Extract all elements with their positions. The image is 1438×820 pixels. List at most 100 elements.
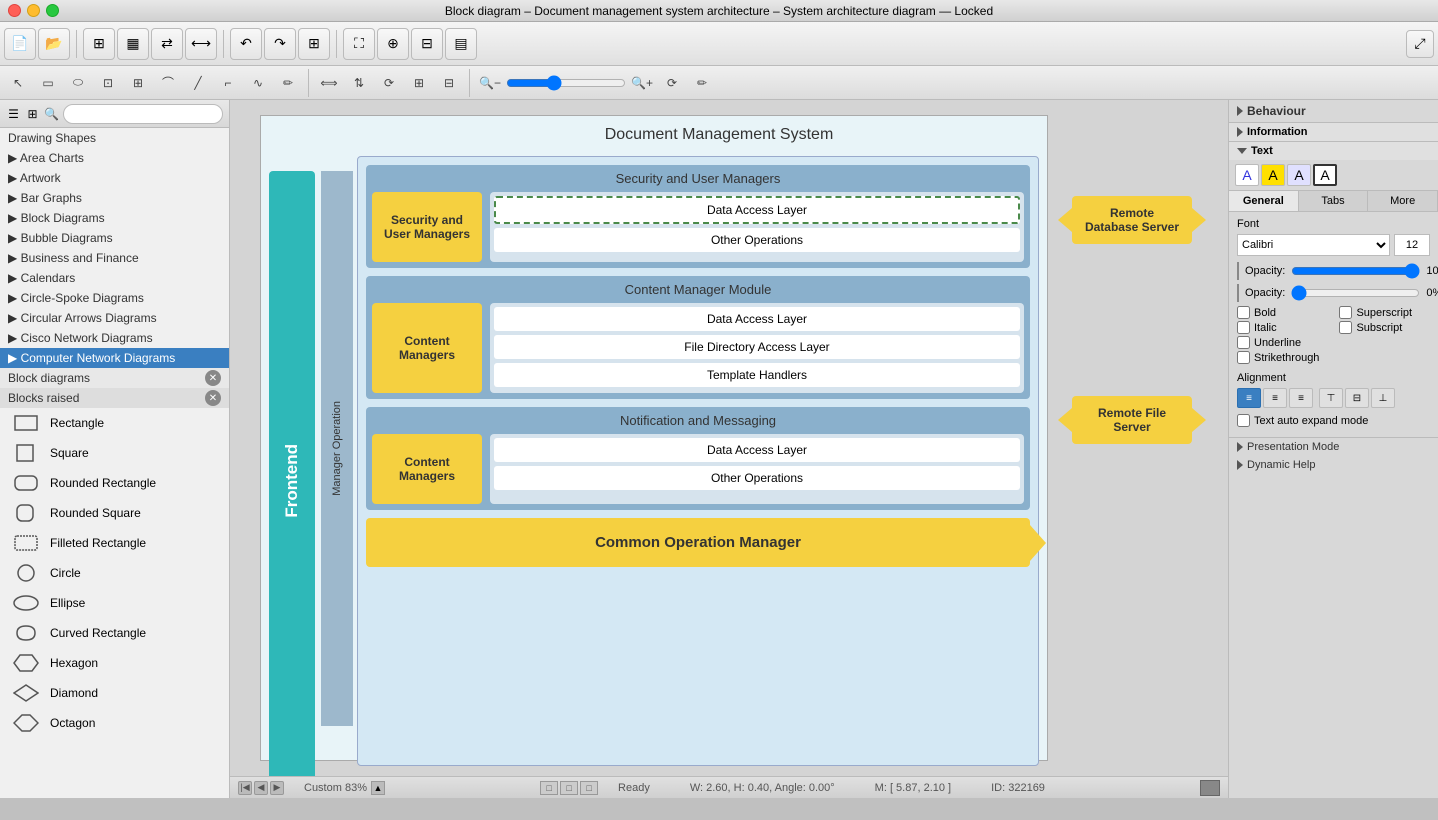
resize-button[interactable]: ⤢ [1406, 30, 1434, 58]
superscript-check[interactable] [1339, 306, 1352, 319]
insert-button[interactable]: ⊕ [377, 28, 409, 60]
rectangle-shape[interactable]: Rectangle [0, 408, 229, 438]
zoom-in-btn[interactable]: 🔍+ [628, 70, 656, 96]
ellipse-tool[interactable]: ⬭ [64, 70, 92, 96]
text-section-header[interactable]: Text [1229, 142, 1438, 160]
connect-button[interactable]: ⟷ [185, 28, 217, 60]
blocks-raised-sub[interactable]: Blocks raised ✕ [0, 388, 229, 408]
business-finance-item[interactable]: ▶ Business and Finance [0, 248, 229, 268]
zoom-out-btn[interactable]: 🔍− [476, 70, 504, 96]
maximize-button[interactable] [46, 4, 59, 17]
tab-more[interactable]: More [1368, 191, 1438, 211]
calendars-item[interactable]: ▶ Calendars [0, 268, 229, 288]
resize-horz-tool[interactable]: ⟺ [315, 70, 343, 96]
grid-button[interactable]: ⊞ [83, 28, 115, 60]
panel-search-btn[interactable]: 🔍 [44, 103, 59, 125]
file-directory-layer[interactable]: File Directory Access Layer [494, 335, 1020, 359]
highlight-btn[interactable]: A [1261, 164, 1285, 186]
arc-tool[interactable]: ⌒ [154, 70, 182, 96]
diamond-shape[interactable]: Diamond [0, 678, 229, 708]
information-header[interactable]: Information [1229, 123, 1438, 141]
text-color-btn[interactable]: A [1235, 164, 1259, 186]
bubble-diagrams-item[interactable]: ▶ Bubble Diagrams [0, 228, 229, 248]
artwork-item[interactable]: ▶ Artwork [0, 168, 229, 188]
page-prev-btn[interactable]: ◀ [254, 781, 268, 795]
panel-grid-btn[interactable]: ⊞ [25, 103, 40, 125]
info-expand-icon[interactable] [1237, 127, 1243, 137]
rotate-tool[interactable]: ⟳ [375, 70, 403, 96]
text-auto-expand-check[interactable] [1237, 414, 1250, 427]
zoom-fit-button[interactable]: ⛶ [343, 28, 375, 60]
bar-graphs-item[interactable]: ▶ Bar Graphs [0, 188, 229, 208]
redo-button[interactable]: ↷ [264, 28, 296, 60]
copy-button[interactable]: ⊞ [298, 28, 330, 60]
open-button[interactable]: 📂 [38, 28, 70, 60]
valign-bot-btn[interactable]: ⊥ [1371, 388, 1395, 408]
italic-check[interactable] [1237, 321, 1250, 334]
fill-color-swatch[interactable] [1237, 262, 1239, 280]
container-tool[interactable]: ⊡ [94, 70, 122, 96]
curved-rect-shape[interactable]: Curved Rectangle [0, 618, 229, 648]
text-outline-btn[interactable]: A [1313, 164, 1337, 186]
search-input[interactable] [63, 104, 223, 124]
block-diagrams-close[interactable]: ✕ [205, 370, 221, 386]
font-family-select[interactable]: Calibri [1237, 234, 1390, 256]
tab-general[interactable]: General [1229, 191, 1299, 211]
align-right-btn[interactable]: ≡ [1289, 388, 1313, 408]
poly-tool[interactable]: ⌐ [214, 70, 242, 96]
square-shape[interactable]: Square [0, 438, 229, 468]
zoom-slider[interactable] [506, 70, 626, 96]
format-button[interactable]: ▤ [445, 28, 477, 60]
valign-top-btn[interactable]: ⊤ [1319, 388, 1343, 408]
strikethrough-check[interactable] [1237, 351, 1250, 364]
data-access-layer-1[interactable]: Data Access Layer [494, 196, 1020, 224]
line-tool[interactable]: ╱ [184, 70, 212, 96]
valign-mid-btn[interactable]: ⊟ [1345, 388, 1369, 408]
area-charts-item[interactable]: ▶ Area Charts [0, 148, 229, 168]
data-access-layer-2[interactable]: Data Access Layer [494, 307, 1020, 331]
zoom-range[interactable] [506, 79, 626, 87]
select-tool[interactable]: ↖ [4, 70, 32, 96]
filleted-rect-shape[interactable]: Filleted Rectangle [0, 528, 229, 558]
diagram-container[interactable]: Document Management System Frontend Mana… [260, 115, 1048, 761]
hexagon-shape[interactable]: Hexagon [0, 648, 229, 678]
block-diagrams-sub[interactable]: Block diagrams ✕ [0, 368, 229, 388]
circle-spoke-item[interactable]: ▶ Circle-Spoke Diagrams [0, 288, 229, 308]
rounded-rect-shape[interactable]: Rounded Rectangle [0, 468, 229, 498]
panel-menu-btn[interactable]: ☰ [6, 103, 21, 125]
presentation-mode-link[interactable]: Presentation Mode [1229, 438, 1438, 456]
dynamic-help-link[interactable]: Dynamic Help [1229, 456, 1438, 474]
close-button[interactable] [8, 4, 21, 17]
freehand-tool[interactable]: ✏ [274, 70, 302, 96]
other-ops-2[interactable]: Other Operations [494, 466, 1020, 490]
layout-button[interactable]: ▦ [117, 28, 149, 60]
connect-tool[interactable]: ⊞ [124, 70, 152, 96]
template-handlers[interactable]: Template Handlers [494, 363, 1020, 387]
page-next-btn[interactable]: ▶ [270, 781, 284, 795]
align-tool[interactable]: ⊞ [405, 70, 433, 96]
octagon-shape[interactable]: Octagon [0, 708, 229, 738]
minimize-button[interactable] [27, 4, 40, 17]
new-button[interactable]: 📄 [4, 28, 36, 60]
text-collapse-icon[interactable] [1237, 148, 1247, 154]
other-ops-1[interactable]: Other Operations [494, 228, 1020, 252]
dist-tool[interactable]: ⊟ [435, 70, 463, 96]
line-opacity-slider[interactable] [1291, 288, 1420, 298]
page-btn-3[interactable]: □ [580, 781, 598, 795]
subscript-check[interactable] [1339, 321, 1352, 334]
align-left-btn[interactable]: ≡ [1237, 388, 1261, 408]
behaviour-expand-icon[interactable] [1237, 106, 1243, 116]
bezier-tool[interactable]: ∿ [244, 70, 272, 96]
data-access-layer-3[interactable]: Data Access Layer [494, 438, 1020, 462]
arrange-button[interactable]: ⇄ [151, 28, 183, 60]
page-btn-2[interactable]: □ [560, 781, 578, 795]
ellipse-shape[interactable]: Ellipse [0, 588, 229, 618]
canvas[interactable]: Document Management System Frontend Mana… [230, 100, 1228, 776]
page-first-btn[interactable]: |◀ [238, 781, 252, 795]
flip-tool[interactable]: ⇅ [345, 70, 373, 96]
undo-button[interactable]: ↶ [230, 28, 262, 60]
line-color-swatch[interactable] [1237, 284, 1239, 302]
underline-check[interactable] [1237, 336, 1250, 349]
blocks-raised-close[interactable]: ✕ [205, 390, 221, 406]
cisco-network-item[interactable]: ▶ Cisco Network Diagrams [0, 328, 229, 348]
